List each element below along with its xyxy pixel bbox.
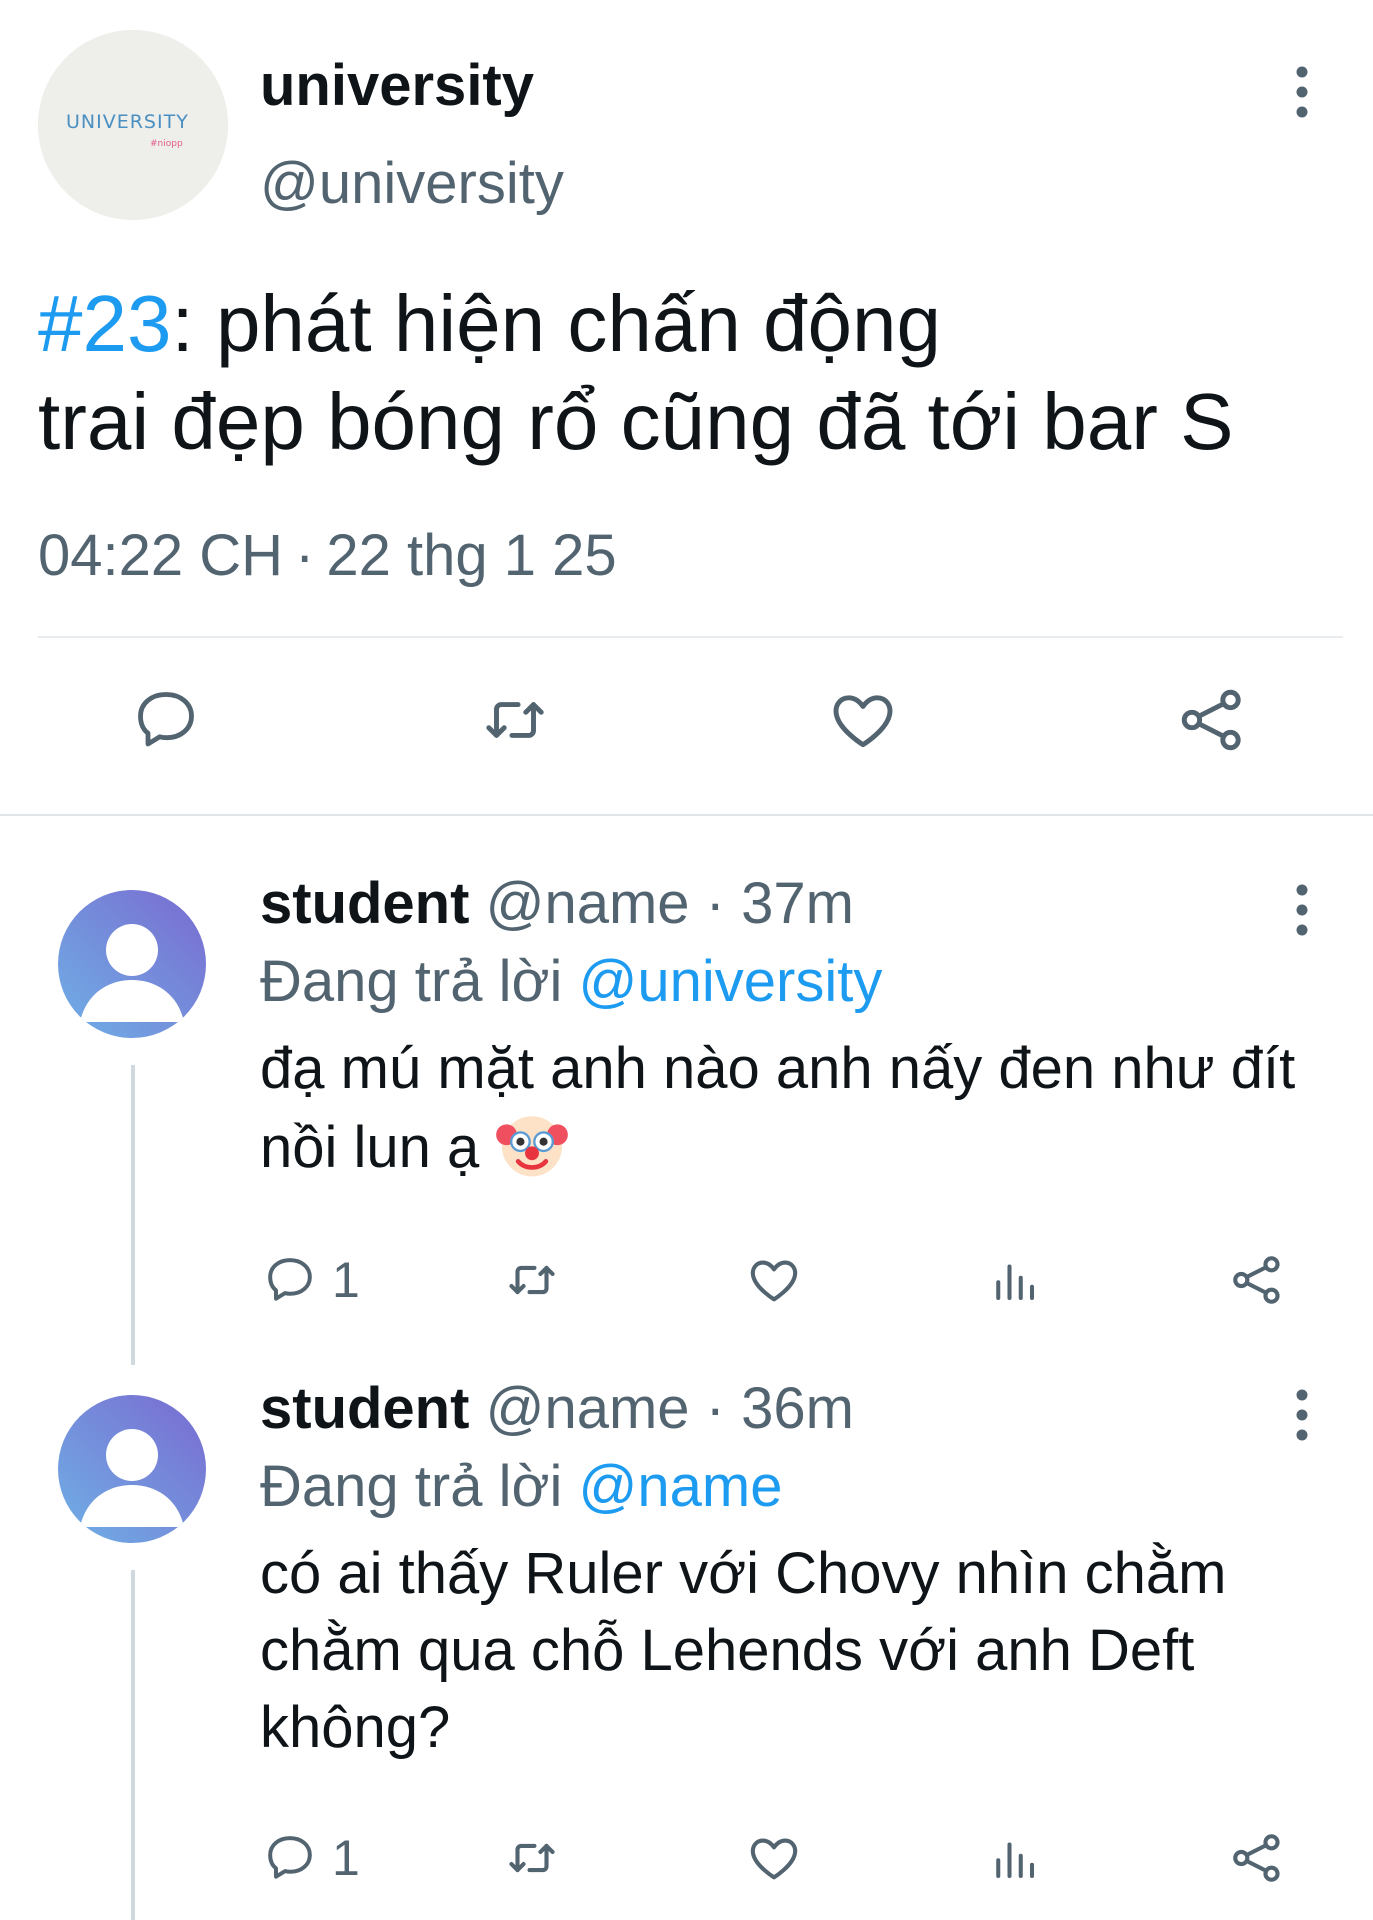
analytics-icon[interactable] [987,1823,1041,1893]
tweet-actions [0,680,1373,770]
reply-text: có ai thấy Ruler với Chovy nhìn chằm chằ… [260,1541,1227,1760]
avatar[interactable]: UNIVERSITY #niopp [38,30,228,220]
author-handle[interactable]: @university [260,150,564,217]
replying-to: Đang trả lời @university [260,948,882,1015]
svg-text:UNIVERSITY: UNIVERSITY [66,111,189,133]
retweet-icon[interactable] [503,1245,561,1315]
thread-line [131,1065,135,1365]
share-icon[interactable] [1228,1245,1286,1315]
more-options-icon[interactable] [1282,880,1322,940]
timestamp[interactable]: 04:22 CH · 22 thg 1 25 [38,522,617,589]
hashtag-link[interactable]: #23 [38,279,171,368]
reply-author-name[interactable]: student [260,1376,469,1441]
author-name[interactable]: university [260,52,534,119]
share-icon[interactable] [1228,1823,1286,1893]
reply-icon [268,1836,312,1879]
tweet-text: #23: phát hiện chấn động trai đẹp bóng r… [38,275,1358,471]
reply-author-name[interactable]: student [260,871,469,936]
replying-prefix: Đang trả lời [260,1454,563,1519]
reply-header: student @name · 37m [260,870,854,937]
mention-link[interactable]: @name [579,1454,783,1519]
reply-text: đạ mú mặt anh nào anh nấy đen như đít nồ… [260,1030,1300,1186]
reply-count: 1 [332,1252,360,1308]
reply-tweet[interactable]: student @name · 36m Đang trả lời @name c… [0,1375,1373,1920]
share-icon[interactable] [1172,680,1252,760]
avatar[interactable] [58,1395,206,1543]
timestamp-separator: · [295,523,315,588]
avatar[interactable] [58,890,206,1038]
reply-author-handle[interactable]: @name [486,1376,690,1441]
analytics-icon[interactable] [987,1245,1041,1315]
tweet-time: 04:22 CH [38,523,284,588]
reply-header: student @name · 36m [260,1375,854,1442]
reply-body: đạ mú mặt anh nào anh nấy đen như đít nồ… [260,1036,1296,1180]
university-logo-icon: UNIVERSITY #niopp [38,30,228,220]
default-avatar-icon [58,1395,206,1543]
reply-icon [268,1258,312,1301]
reply-author-handle[interactable]: @name [486,871,690,936]
retweet-icon[interactable] [475,680,555,760]
replying-prefix: Đang trả lời [260,949,563,1014]
like-icon[interactable] [745,1245,803,1315]
reply-age: · 37m [705,871,854,936]
tweet-date: 22 thg 1 25 [326,523,617,588]
more-options-icon[interactable] [1282,62,1322,122]
like-icon[interactable] [745,1823,803,1893]
reply-tweet[interactable]: student @name · 37m Đang trả lời @univer… [0,870,1373,1365]
like-icon[interactable] [823,680,903,760]
reply-age: · 36m [705,1376,854,1441]
reply-actions: 1 [0,1245,1373,1315]
default-avatar-icon [58,890,206,1038]
tweet-text-line2: trai đẹp bóng rổ cũng đã tới bar S [38,377,1234,466]
more-options-icon[interactable] [1282,1385,1322,1445]
divider [0,814,1373,816]
svg-text:#niopp: #niopp [150,139,183,149]
tweet-text-line1: : phát hiện chấn động [171,279,942,368]
mention-link[interactable]: @university [579,949,883,1014]
main-tweet: UNIVERSITY #niopp university @university… [0,0,1373,816]
reply-actions: 1 [0,1823,1373,1893]
retweet-icon[interactable] [503,1823,561,1893]
divider [38,636,1343,638]
replying-to: Đang trả lời @name [260,1453,782,1520]
reply-count: 1 [332,1830,360,1886]
clown-face-emoji [496,1116,569,1177]
reply-button[interactable]: 1 [262,1245,360,1315]
reply-button[interactable]: 1 [262,1823,360,1893]
reply-icon[interactable] [126,680,206,760]
